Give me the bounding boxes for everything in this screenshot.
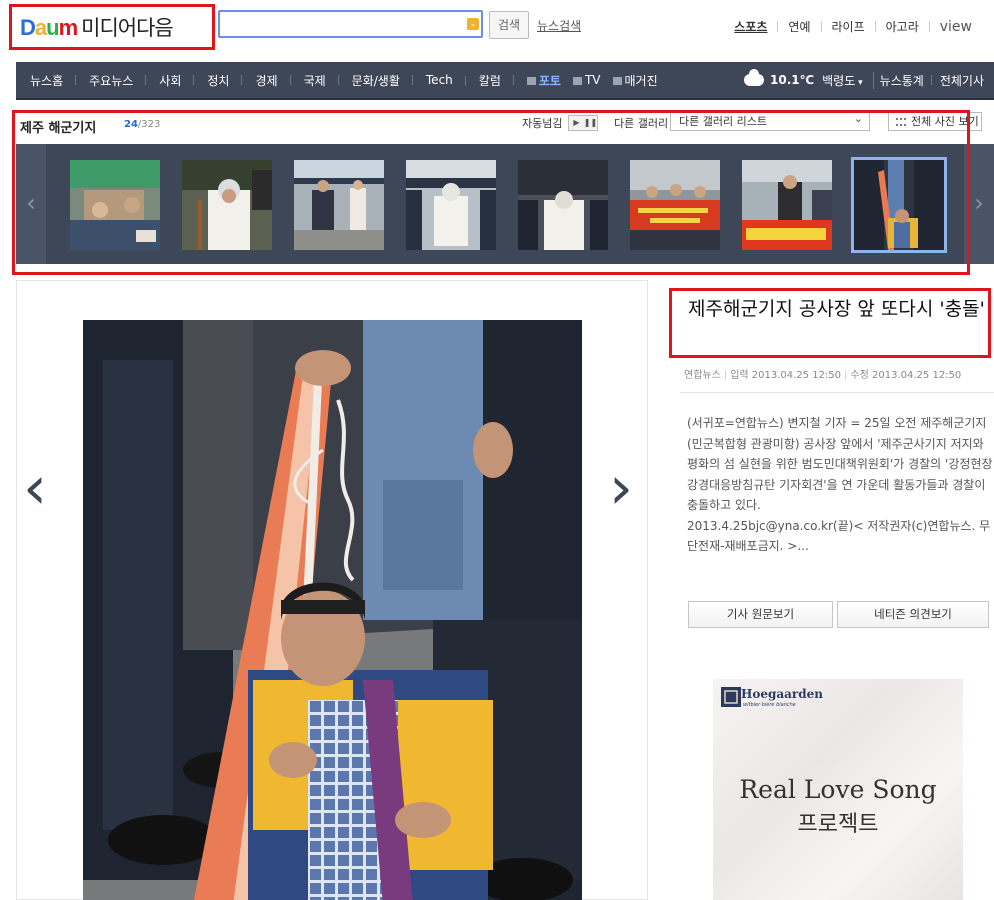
ad-headline: Real Love Song	[739, 775, 937, 804]
nav-world[interactable]: 국제	[291, 72, 339, 89]
photo-viewer: ‹ ›	[16, 280, 648, 900]
autoplay-control: 자동넘김 ▶ ❚❚	[522, 115, 599, 131]
tv-icon	[572, 76, 582, 85]
autoplay-buttons: ▶ ❚❚	[568, 115, 599, 131]
article-body: (서귀포=연합뉴스) 변지철 기자 = 25일 오전 제주해군기지(민군복합형 …	[687, 413, 993, 557]
input-label: 입력	[730, 370, 749, 381]
logo-brand: Daum	[20, 15, 78, 40]
thumbnail-selected[interactable]	[851, 157, 947, 253]
nav-column[interactable]: 칼럼	[466, 72, 514, 89]
nav-magazine[interactable]: 매거진	[607, 72, 664, 89]
edit-time: 2013.04.25 12:50	[872, 370, 962, 381]
edit-label: 수정	[850, 370, 869, 381]
thumbnail-image	[630, 160, 720, 250]
input-time: 2013.04.25 12:50	[751, 370, 842, 381]
grid-icon	[896, 118, 906, 126]
thumbnail-strip: ‹ ›	[16, 144, 994, 264]
top-nav-entertainment[interactable]: 연예	[778, 18, 820, 35]
top-nav: 스포츠 연예 라이프 아고라 view	[724, 18, 982, 35]
main-photo-image	[83, 320, 582, 900]
next-photo-arrow-icon[interactable]: ›	[609, 453, 633, 523]
search-input[interactable]: ⌄	[218, 10, 483, 38]
article-body-paragraph: (서귀포=연합뉴스) 변지철 기자 = 25일 오전 제주해군기지(민군복합형 …	[687, 416, 993, 512]
nav-politics[interactable]: 정치	[194, 72, 243, 89]
search-button[interactable]: 검색	[489, 11, 529, 39]
news-search-link[interactable]: 뉴스검색	[537, 17, 581, 34]
weather-location[interactable]: 백령도 ▾	[818, 72, 873, 89]
autoplay-label: 자동넘김	[522, 117, 563, 130]
camera-icon	[526, 77, 536, 85]
nav-tech[interactable]: Tech	[413, 73, 466, 87]
nav-top-news[interactable]: 주요뉴스	[76, 72, 147, 89]
daum-logo[interactable]: Daum 미디어다음	[20, 12, 174, 42]
thumbnail[interactable]	[294, 160, 384, 250]
other-gallery-label: 다른 갤러리	[614, 117, 669, 130]
logo-subtitle: 미디어다음	[81, 16, 174, 40]
nav-tv[interactable]: TV	[567, 73, 607, 87]
nav-news-home[interactable]: 뉴스홈	[16, 72, 77, 89]
nav-society[interactable]: 사회	[146, 72, 195, 89]
nav-economy[interactable]: 경제	[242, 72, 291, 89]
ad-tagline: witbier·bière blanche	[743, 702, 796, 708]
thumbnail[interactable]	[182, 160, 272, 250]
strip-next-arrow-icon[interactable]: ›	[964, 144, 994, 264]
location-label: 백령도	[822, 73, 856, 88]
main-nav: 뉴스홈 주요뉴스 사회 정치 경제 국제 문화/생활 Tech 칼럼 포토 TV…	[16, 62, 994, 100]
divider	[680, 392, 994, 393]
thumbnail-image	[742, 160, 832, 250]
thumbnail[interactable]	[70, 160, 160, 250]
thumbnail[interactable]	[406, 160, 496, 250]
article-body-footer: 2013.4.25bjc@yna.co.kr(끝)< 저작권자(c)연합뉴스. …	[687, 518, 991, 554]
top-nav-agora[interactable]: 아고라	[876, 18, 929, 35]
all-photos-label: 전체 사진 보기	[911, 115, 979, 128]
thumbnail[interactable]	[742, 160, 832, 250]
nav-tv-label: TV	[584, 73, 601, 87]
thumbnail-image	[518, 160, 608, 250]
thumbnail-image	[294, 160, 384, 250]
thumbnail-image	[406, 160, 496, 250]
top-nav-view[interactable]: view	[930, 19, 982, 35]
original-article-button[interactable]: 기사 원문보기	[688, 601, 833, 628]
thumbnail-image	[182, 160, 272, 250]
strip-prev-arrow-icon[interactable]: ‹	[16, 144, 46, 264]
weather-widget[interactable]: 10.1℃ 백령도 ▾	[744, 69, 873, 89]
ad-brand: Hoegaarden	[741, 687, 823, 701]
gallery-header: 제주 해군기지 24/323 자동넘김 ▶ ❚❚ 다른 갤러리 다른 갤러리 리…	[16, 110, 994, 140]
main-photo[interactable]	[83, 320, 582, 900]
comments-button[interactable]: 네티즌 의견보기	[837, 601, 989, 628]
play-icon[interactable]: ▶	[569, 116, 584, 130]
top-nav-sports[interactable]: 스포츠	[724, 18, 777, 35]
thumbnail-image	[70, 160, 160, 250]
nav-photo[interactable]: 포토	[514, 72, 567, 89]
thumbnail[interactable]	[518, 160, 608, 250]
pause-icon[interactable]: ❚❚	[583, 116, 598, 130]
article-source: 연합뉴스	[684, 370, 721, 381]
thumbnail-image	[854, 160, 944, 250]
article-meta: 연합뉴스 | 입력 2013.04.25 12:50 | 수정 2013.04.25 1…	[684, 370, 962, 381]
ad-subheadline: 프로젝트	[797, 812, 879, 837]
dropdown-arrow-icon[interactable]: ⌄	[467, 18, 479, 30]
cloud-icon	[744, 69, 764, 86]
all-photos-button[interactable]: 전체 사진 보기	[888, 112, 982, 131]
magazine-icon	[612, 77, 622, 85]
gallery-select[interactable]: 다른 갤러리 리스트	[670, 110, 870, 131]
thumbnail[interactable]	[630, 160, 720, 250]
gallery-title: 제주 해군기지	[20, 121, 97, 136]
article-title: 제주해군기지 공사장 앞 또다시 '충돌'	[688, 298, 985, 320]
nav-news-stats[interactable]: 뉴스통계	[872, 71, 933, 89]
top-nav-life[interactable]: 라이프	[822, 18, 875, 35]
nav-photo-label: 포토	[538, 73, 561, 88]
temperature: 10.1℃	[770, 73, 815, 87]
gallery-counter: 24/323	[124, 119, 160, 130]
nav-culture[interactable]: 문화/생활	[339, 72, 414, 89]
nav-all-articles[interactable]: 전체기사	[932, 72, 994, 89]
hoegaarden-ad[interactable]: Hoegaarden witbier·bière blanche Real Lo…	[713, 679, 963, 900]
prev-photo-arrow-icon[interactable]: ‹	[23, 453, 47, 523]
gallery-total: /323	[137, 119, 161, 130]
nav-magazine-label: 매거진	[624, 73, 658, 88]
gallery-current: 24	[124, 119, 138, 130]
chevron-down-icon: ▾	[855, 77, 863, 88]
